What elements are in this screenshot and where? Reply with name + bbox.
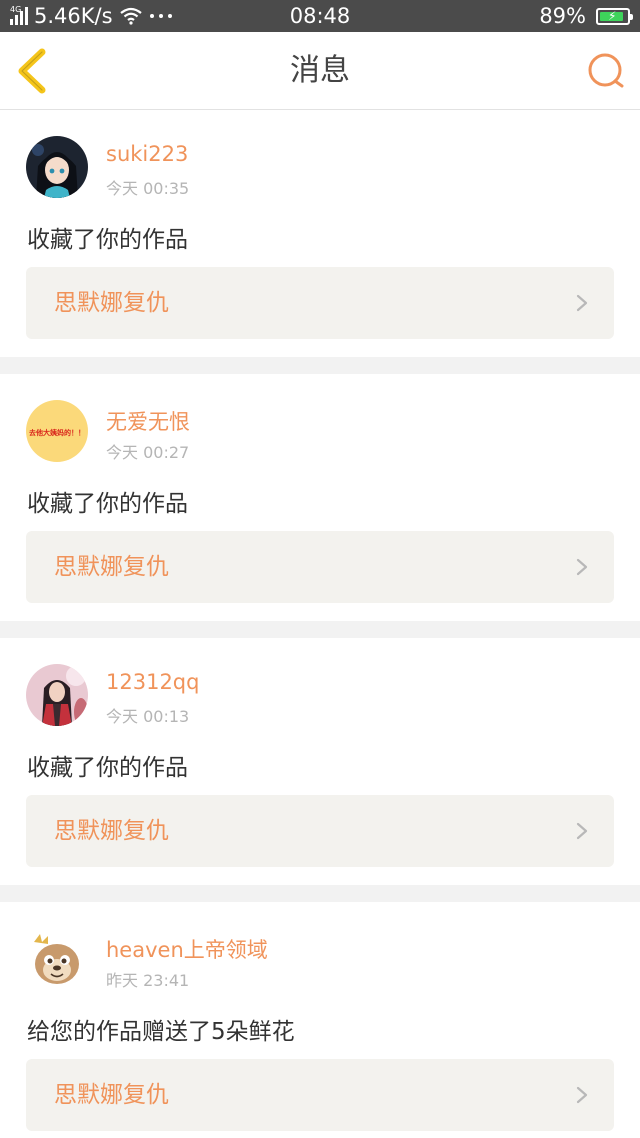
user-name[interactable]: 12312qq — [106, 670, 199, 694]
work-title: 思默娜复仇 — [54, 554, 169, 580]
status-bar: 4G 5.46K/s 08:48 89% ⚡ — [0, 0, 640, 32]
action-text: 收藏了你的作品 — [27, 227, 188, 253]
chevron-right-icon — [576, 822, 588, 840]
work-title: 思默娜复仇 — [54, 818, 169, 844]
status-right: 89% ⚡ — [539, 0, 633, 32]
avatar[interactable] — [26, 136, 88, 198]
message-list: suki223 今天 00:35 收藏了你的作品 思默娜复仇 去他大姨妈的！！ … — [0, 110, 640, 1138]
status-time: 08:48 — [289, 4, 351, 28]
work-title: 思默娜复仇 — [54, 1082, 169, 1108]
avatar[interactable] — [26, 928, 88, 990]
chevron-right-icon — [576, 558, 588, 576]
text-avatar-icon: 去他大姨妈的！！ — [26, 400, 88, 462]
action-text: 收藏了你的作品 — [27, 491, 188, 517]
message-card: 去他大姨妈的！！ 无爱无恨 今天 00:27 收藏了你的作品 思默娜复仇 — [0, 374, 640, 621]
page-title: 消息 — [290, 53, 350, 88]
message-time: 今天 00:27 — [106, 443, 190, 462]
user-name[interactable]: suki223 — [106, 142, 188, 166]
message-card: 12312qq 今天 00:13 收藏了你的作品 思默娜复仇 — [0, 638, 640, 885]
action-text: 收藏了你的作品 — [27, 755, 188, 781]
action-text: 给您的作品赠送了5朵鲜花 — [27, 1019, 295, 1045]
battery-icon: ⚡ — [596, 7, 633, 25]
avatar[interactable] — [26, 664, 88, 726]
message-time: 今天 00:13 — [106, 707, 190, 726]
work-link[interactable]: 思默娜复仇 — [26, 1059, 614, 1131]
user-name[interactable]: 无爱无恨 — [106, 406, 190, 436]
message-card: suki223 今天 00:35 收藏了你的作品 思默娜复仇 — [0, 110, 640, 357]
message-time: 昨天 23:41 — [106, 971, 190, 990]
message-card: heaven上帝领域 昨天 23:41 给您的作品赠送了5朵鲜花 思默娜复仇 — [0, 902, 640, 1138]
chevron-right-icon — [576, 1086, 588, 1104]
search-icon — [588, 53, 624, 88]
message-time: 今天 00:35 — [106, 179, 190, 198]
chevron-right-icon — [576, 294, 588, 312]
cartoon-animal-avatar-icon — [26, 928, 88, 990]
anime-girl-avatar-icon — [26, 136, 88, 198]
avatar-text: 去他大姨妈的！！ — [29, 428, 85, 437]
user-name[interactable]: heaven上帝领域 — [106, 934, 268, 964]
costume-character-avatar-icon — [26, 664, 88, 726]
work-title: 思默娜复仇 — [54, 290, 169, 316]
search-button[interactable] — [584, 50, 628, 94]
work-link[interactable]: 思默娜复仇 — [26, 267, 614, 339]
work-link[interactable]: 思默娜复仇 — [26, 531, 614, 603]
work-link[interactable]: 思默娜复仇 — [26, 795, 614, 867]
avatar[interactable]: 去他大姨妈的！！ — [26, 400, 88, 462]
nav-bar: 消息 — [0, 32, 640, 110]
battery-percent: 89% — [539, 4, 586, 28]
